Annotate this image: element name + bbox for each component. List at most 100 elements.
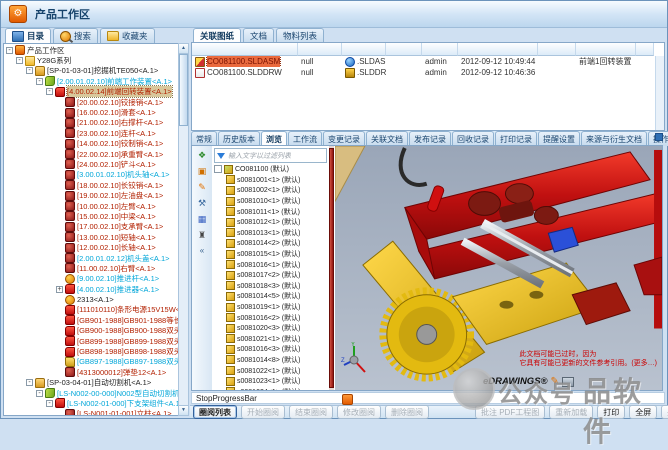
component-item[interactable]: s0081011<1> (默认) bbox=[212, 206, 329, 217]
component-item[interactable]: s0081022<1> (默认) bbox=[212, 365, 329, 376]
components-icon[interactable]: ❖ bbox=[195, 148, 210, 162]
assembly-root-item[interactable]: CO081100 (默认) bbox=[212, 164, 329, 175]
tree-item[interactable]: - [4.00.02.14]前端回转装置<A.1> bbox=[4, 87, 178, 97]
tree-item[interactable]: [23.00.02.10]连杆<A.1> bbox=[4, 128, 178, 138]
action-button[interactable]: 批注 PDF工程图 bbox=[475, 405, 545, 419]
tab-search[interactable]: 搜索 bbox=[53, 28, 98, 43]
detail-tab[interactable]: 提醒设置 bbox=[538, 131, 580, 146]
stamp-icon[interactable]: ♜ bbox=[195, 228, 210, 242]
doc-tab[interactable]: 物料列表 bbox=[276, 28, 324, 43]
action-button[interactable]: 删除圈阅 bbox=[385, 405, 429, 419]
tree-item[interactable]: - [2.00.01.02.10]前端工作装置<A.1> bbox=[4, 76, 178, 86]
tree-item[interactable]: [2.00.01.02.12]机头盖<A.1> bbox=[4, 253, 178, 263]
component-item[interactable]: s0081023<1> (默认) bbox=[212, 376, 329, 387]
component-item[interactable]: s0081012<1> (默认) bbox=[212, 217, 329, 228]
detail-tab[interactable]: 工作流 bbox=[288, 131, 322, 146]
doc-tab[interactable]: 关联图纸 bbox=[193, 28, 241, 43]
component-item[interactable]: s0081016<3> (默认) bbox=[212, 344, 329, 355]
detail-tab[interactable]: 变更记录 bbox=[323, 131, 365, 146]
viewport-3d[interactable]: Y Z 此文档可能已过时，因为 它具有可能已更新的文件参考引用。(更多…) eD… bbox=[335, 146, 662, 390]
component-item[interactable]: s0081021<1> (默认) bbox=[212, 334, 329, 345]
tree-item[interactable]: - [LS-N002-01-000]下支架组件<A.1> bbox=[4, 398, 178, 408]
tree-item[interactable]: [20.00.02.10]铰接销<A.1> bbox=[4, 97, 178, 107]
filter-box[interactable]: 输入文字以过滤列表 bbox=[214, 148, 327, 163]
action-button[interactable]: 重新加载 bbox=[549, 405, 593, 419]
component-item[interactable]: s0081014<5> (默认) bbox=[212, 291, 329, 302]
measure-icon[interactable]: ⚒ bbox=[195, 196, 210, 210]
tree-item[interactable]: [GB899-1988]GB899-1988双头螺柱A型<A.1> bbox=[4, 336, 178, 346]
table-row[interactable]: CO081100.SLDASM null .SLDASM admin 2012-… bbox=[192, 56, 664, 67]
detail-tab[interactable]: 打印记录 bbox=[495, 131, 537, 146]
component-item[interactable]: s0081010<1> (默认) bbox=[212, 196, 329, 207]
detail-tab[interactable]: 历史版本 bbox=[218, 131, 260, 146]
component-item[interactable]: s0081016<2> (默认) bbox=[212, 312, 329, 323]
tree-item[interactable]: [GB900-1988]GB900-1988双头螺柱A型<A.1> bbox=[4, 326, 178, 336]
tab-catalog[interactable]: 目录 bbox=[5, 28, 51, 43]
detail-tab[interactable]: 发布记录 bbox=[409, 131, 451, 146]
tree-item[interactable]: [111010110]条形电源15V15W<A.1> bbox=[4, 305, 178, 315]
column-header[interactable] bbox=[576, 43, 636, 56]
expander-icon[interactable]: - bbox=[16, 57, 23, 64]
expander-icon[interactable]: + bbox=[56, 286, 63, 293]
action-button[interactable]: 关闭 bbox=[661, 405, 668, 419]
expander-icon[interactable]: - bbox=[26, 67, 33, 74]
filter-funnel-icon[interactable] bbox=[217, 153, 225, 159]
action-button[interactable]: 修改圈阅 bbox=[337, 405, 381, 419]
action-button[interactable]: 打印 bbox=[597, 405, 625, 419]
expander-icon[interactable]: - bbox=[36, 78, 43, 85]
detail-tab[interactable]: 来源与衍生文档 bbox=[581, 131, 647, 146]
action-button[interactable]: 全屏 bbox=[629, 405, 657, 419]
scrollbar-thumb[interactable] bbox=[329, 148, 334, 388]
component-item[interactable]: s0081020<3> (默认) bbox=[212, 323, 329, 334]
column-header[interactable] bbox=[538, 43, 576, 56]
column-header[interactable] bbox=[386, 43, 422, 56]
column-header[interactable] bbox=[342, 43, 386, 56]
tree-item[interactable]: - Y28G系列 bbox=[4, 55, 178, 65]
tree-item[interactable]: [18.00.02.10]长铰销<A.1> bbox=[4, 180, 178, 190]
component-item[interactable]: s0081014<2> (默认) bbox=[212, 238, 329, 249]
doc-tab[interactable]: 文档 bbox=[243, 28, 274, 43]
expander-icon[interactable]: - bbox=[26, 379, 33, 386]
column-header[interactable] bbox=[458, 43, 538, 56]
tree-item[interactable]: [24.00.02.10]铲斗<A.1> bbox=[4, 159, 178, 169]
action-button[interactable]: 开始圈阅 bbox=[241, 405, 285, 419]
column-header[interactable] bbox=[636, 43, 654, 56]
scrollbar-thumb[interactable] bbox=[179, 54, 188, 126]
tree-item[interactable]: [21.00.02.10]右撑杆<A.1> bbox=[4, 118, 178, 128]
detail-tab[interactable]: 浏览 bbox=[261, 131, 287, 146]
expander-icon[interactable]: - bbox=[6, 47, 13, 54]
component-item[interactable]: s0081013<1> (默认) bbox=[212, 228, 329, 239]
component-item[interactable]: s0081001<1> (默认) bbox=[212, 175, 329, 186]
component-item[interactable]: s0081016<1> (默认) bbox=[212, 259, 329, 270]
tree-scrollbar[interactable]: ▲ ▼ bbox=[178, 43, 189, 416]
component-item[interactable]: s0081019<1> (默认) bbox=[212, 302, 329, 313]
detail-tab[interactable]: 关联文档 bbox=[366, 131, 408, 146]
tree-item[interactable]: [17.00.02.10]支承臂<A.1> bbox=[4, 222, 178, 232]
component-item[interactable]: s0081018<3> (默认) bbox=[212, 281, 329, 292]
tree-item[interactable]: [GB897-1988]GB897-1988双头螺柱A型<A.1> bbox=[4, 357, 178, 367]
component-item[interactable]: s0081024<1> (默认) bbox=[212, 386, 329, 390]
table-row[interactable]: CO081100.SLDDRW null .SLDDRW admin 2012-… bbox=[192, 67, 664, 78]
expander-icon[interactable]: - bbox=[46, 400, 53, 407]
action-button[interactable]: 圈阅列表 bbox=[193, 405, 237, 419]
tree-item[interactable]: [12.00.02.10]长轴<A.1> bbox=[4, 242, 178, 252]
tree-item[interactable]: - [LS-N002-00-000]N002型自动切割机<A.1> bbox=[4, 388, 178, 398]
pin-icon[interactable] bbox=[655, 133, 663, 141]
tree-item[interactable]: [16.00.02.10]滑套<A.1> bbox=[4, 107, 178, 117]
expander-icon[interactable]: - bbox=[36, 390, 43, 397]
section-icon[interactable]: ▦ bbox=[195, 212, 210, 226]
tree-item[interactable]: - [SP-01-03-01]挖掘机TE050<A.1> bbox=[4, 66, 178, 76]
component-tree-scrollbar[interactable] bbox=[329, 146, 334, 390]
tab-favorites[interactable]: 收藏夹 bbox=[100, 28, 155, 43]
tree-item[interactable]: [9.00.02.10]推进杆<A.1> bbox=[4, 274, 178, 284]
column-header[interactable] bbox=[298, 43, 342, 56]
warning-line-2[interactable]: 它具有可能已更新的文件参考引用。(更多…) bbox=[519, 360, 657, 369]
tree-item[interactable]: 2313<A.1> bbox=[4, 294, 178, 304]
expander-icon[interactable]: - bbox=[46, 88, 53, 95]
tree-item[interactable]: [3.00.01.02.10]机头轴<A.1> bbox=[4, 170, 178, 180]
tree-item[interactable]: [15.00.02.10]中梁<A.1> bbox=[4, 211, 178, 221]
component-item[interactable]: s0081014<8> (默认) bbox=[212, 355, 329, 366]
snapshot-icon[interactable]: ▣ bbox=[195, 164, 210, 178]
markup-pencil-icon[interactable]: ✎ bbox=[195, 180, 210, 194]
tree-item[interactable]: [13.00.02.10]短轴<A.1> bbox=[4, 232, 178, 242]
